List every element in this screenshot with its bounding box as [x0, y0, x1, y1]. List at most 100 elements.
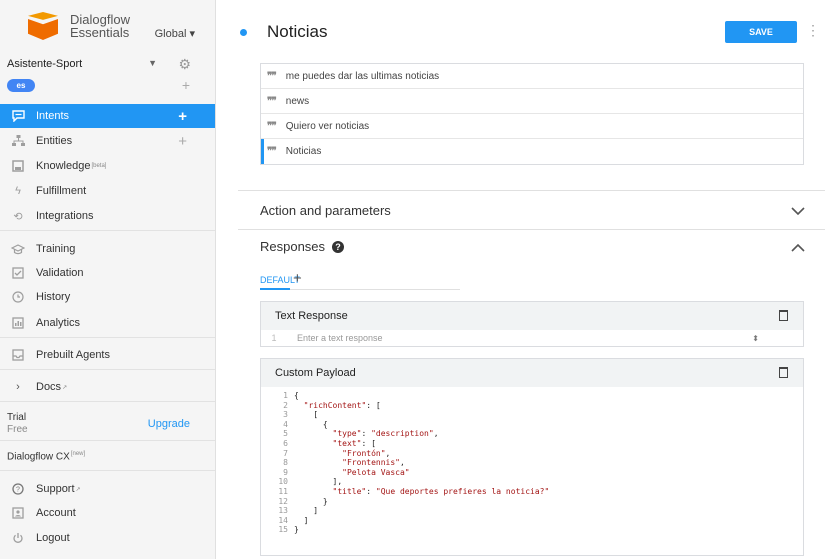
line-number: 9 — [283, 467, 288, 477]
sidebar-item-entities[interactable]: Entities + — [0, 129, 215, 153]
external-link-icon: ↗ — [75, 486, 81, 493]
responses-label: Responses — [260, 239, 326, 254]
region-selector[interactable]: Global ▾ — [155, 27, 195, 40]
trash-icon[interactable] — [779, 367, 788, 378]
list-item[interactable]: ❞❞ me puedes dar las ultimas noticias — [261, 64, 803, 89]
sidebar-item-label: Support — [36, 483, 75, 495]
brand-name: Dialogflow Essentials — [70, 13, 130, 39]
code-text: } — [294, 496, 328, 506]
phrase-text[interactable]: Noticias — [286, 146, 322, 157]
sync-icon: ⟲ — [13, 210, 23, 223]
list-item[interactable]: ❞❞ Noticias — [261, 139, 803, 164]
add-tab-icon[interactable]: + — [293, 270, 302, 287]
quote-icon: ❞❞ — [267, 120, 277, 132]
action-parameters-title[interactable]: Action and parameters — [260, 203, 391, 218]
line-number: 6 — [283, 438, 288, 448]
responses-title[interactable]: Responses? — [260, 239, 345, 254]
divider — [0, 369, 215, 370]
chevron-down-icon[interactable] — [791, 203, 805, 218]
intent-status-dot — [240, 29, 247, 36]
trash-icon[interactable] — [779, 310, 788, 321]
sidebar-item-label: Entities — [36, 135, 73, 147]
card-title: Custom Payload — [275, 367, 356, 379]
gear-icon[interactable]: ⚙ — [178, 56, 191, 73]
book-icon — [11, 159, 25, 173]
code-text: ], — [294, 477, 343, 487]
sidebar-item-label: Training — [36, 243, 76, 255]
sidebar-item-intents[interactable]: Intents + — [0, 104, 215, 128]
sidebar-item-label: Docs — [36, 381, 62, 393]
add-entity-icon[interactable]: + — [178, 133, 187, 150]
list-item[interactable]: ❞❞ Quiero ver noticias — [261, 114, 803, 139]
text-response-input[interactable]: Enter a text response — [297, 333, 383, 343]
add-intent-icon[interactable]: + — [178, 108, 187, 125]
sidebar-item-history[interactable]: History — [0, 285, 215, 309]
sidebar-item-integrations[interactable]: ⟲ Integrations — [0, 204, 215, 228]
chevron-up-icon[interactable] — [791, 240, 805, 255]
sidebar-item-label: Integrations — [36, 210, 94, 222]
inbox-icon — [11, 348, 25, 362]
code-text: ] — [294, 506, 319, 516]
list-item[interactable]: ❞❞ news — [261, 89, 803, 114]
divider — [0, 401, 215, 402]
sidebar-item-label: Fulfillment — [36, 185, 87, 197]
card-header: Custom Payload — [261, 359, 803, 387]
reorder-icon[interactable]: ⬍ — [752, 334, 759, 343]
row-number: 1 — [271, 333, 277, 343]
line-number: 8 — [283, 458, 288, 468]
language-pill[interactable]: es — [7, 79, 35, 92]
code-line: 14 ] — [261, 516, 803, 526]
sidebar-item-support[interactable]: ? Support ↗ — [0, 477, 215, 501]
code-line: 10 ], — [261, 477, 803, 487]
sidebar-item-account[interactable]: Account — [0, 501, 215, 525]
sidebar-item-docs[interactable]: › Docs ↗ — [0, 375, 215, 399]
sidebar-item-analytics[interactable]: Analytics — [0, 311, 215, 335]
agent-selector[interactable]: Asistente-Sport ▼ ⚙ — [7, 56, 203, 76]
code-text: { — [294, 391, 299, 400]
card-header: Text Response — [261, 302, 803, 330]
dialogflow-cx-link[interactable]: Dialogflow CX[new] — [7, 451, 85, 462]
divider — [0, 337, 215, 338]
dialogflow-logo — [28, 12, 58, 40]
line-number: 3 — [283, 410, 288, 420]
save-button[interactable]: SAVE — [725, 21, 797, 43]
line-number: 1 — [283, 391, 288, 400]
help-icon[interactable]: ? — [332, 241, 345, 253]
phrase-text[interactable]: me puedes dar las ultimas noticias — [286, 71, 439, 82]
line-number: 14 — [278, 515, 288, 525]
text-response-card: Text Response 1 Enter a text response ⬍ — [260, 301, 804, 347]
chevron-right-icon: › — [16, 381, 20, 393]
code-line: 11 "title": "Que deportes prefieres la n… — [261, 487, 803, 497]
line-number: 7 — [283, 448, 288, 458]
sidebar-item-label: Logout — [36, 532, 70, 544]
custom-payload-card: Custom Payload 1{2 "richContent": [3 [4 … — [260, 358, 804, 556]
add-language-icon[interactable]: + — [182, 78, 190, 92]
line-number: 13 — [278, 506, 288, 516]
quote-icon: ❞❞ — [267, 146, 277, 157]
sidebar-item-label: History — [36, 291, 71, 303]
phrase-text[interactable]: Quiero ver noticias — [286, 121, 369, 132]
upgrade-link[interactable]: Upgrade — [148, 418, 190, 430]
quote-icon: ❞❞ — [267, 70, 277, 82]
lightning-icon: ϟ — [15, 185, 21, 197]
sidebar-item-logout[interactable]: Logout — [0, 526, 215, 550]
divider — [0, 230, 215, 231]
sidebar-item-knowledge[interactable]: Knowledge [beta] — [0, 154, 215, 178]
tab-bar-line — [260, 289, 460, 290]
code-text: "text": [ — [332, 438, 376, 448]
sidebar-item-validation[interactable]: Validation — [0, 261, 215, 285]
sidebar-item-prebuilt-agents[interactable]: Prebuilt Agents — [0, 343, 215, 367]
graduation-cap-icon — [11, 242, 25, 256]
payload-editor[interactable]: 1{2 "richContent": [3 [4 {5 "type": "des… — [261, 387, 803, 535]
svg-text:?: ? — [16, 487, 20, 494]
sidebar-item-training[interactable]: Training — [0, 237, 215, 261]
code-text: } — [294, 525, 299, 535]
code-line: 4 { — [261, 420, 803, 430]
phrase-text[interactable]: news — [286, 96, 309, 107]
intent-title[interactable]: Noticias — [267, 22, 327, 42]
divider — [238, 190, 825, 191]
more-vert-icon[interactable]: ⋮ — [806, 22, 820, 39]
brand[interactable]: Dialogflow Essentials Global ▾ — [0, 0, 215, 52]
line-number: 12 — [278, 496, 288, 506]
sidebar-item-fulfillment[interactable]: ϟ Fulfillment — [0, 179, 215, 203]
